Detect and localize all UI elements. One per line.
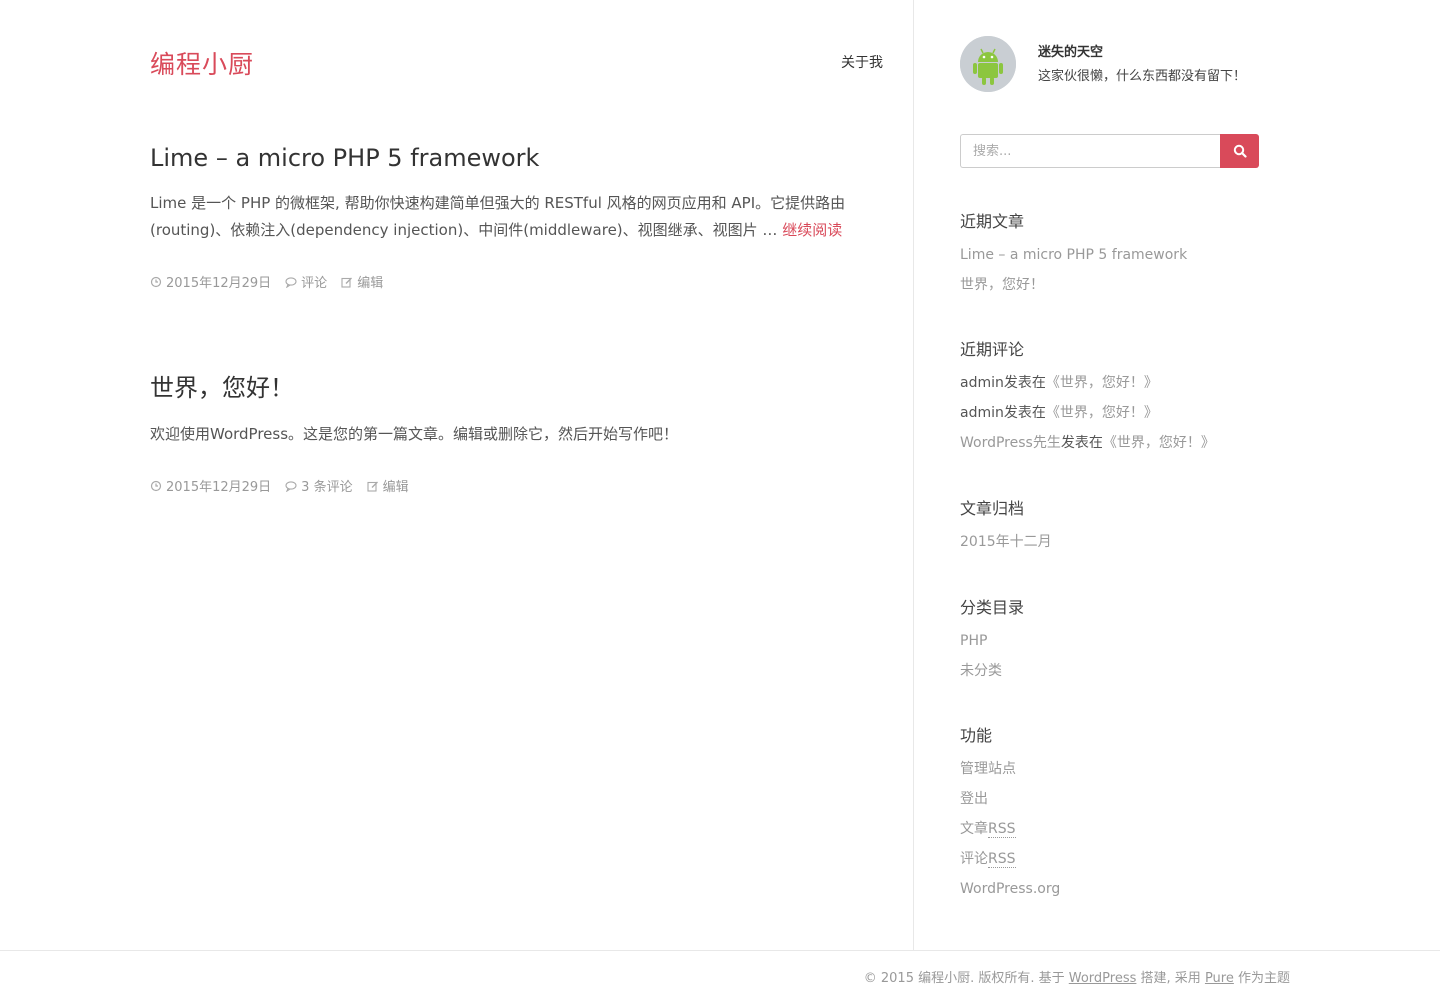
read-more-link[interactable]: 继续阅读 — [782, 221, 842, 239]
comment-post-link[interactable]: 《世界，您好！》 — [1046, 405, 1158, 421]
main-content: 编程小厨 关于我 Lime – a micro PHP 5 framework … — [0, 0, 914, 950]
comment-icon — [285, 276, 297, 288]
post-date: 2015年12月29日 — [150, 272, 271, 291]
post-edit: 编辑 — [367, 476, 409, 495]
post-title-link[interactable]: Lime – a micro PHP 5 framework — [150, 144, 539, 172]
list-item: 管理站点 — [960, 754, 1280, 784]
search-button[interactable] — [1220, 134, 1259, 168]
widget-title: 分类目录 — [960, 598, 1025, 617]
archive-link[interactable]: 2015年十二月 — [960, 534, 1052, 550]
edit-icon — [341, 277, 353, 288]
comment-post-link[interactable]: 《世界，您好！》 — [1046, 375, 1158, 391]
post-article: Lime – a micro PHP 5 framework Lime 是一个 … — [150, 144, 850, 291]
search-input[interactable] — [960, 134, 1222, 168]
post-article: 世界，您好！ 欢迎使用WordPress。这是您的第一篇文章。编辑或删除它，然后… — [150, 368, 850, 495]
rss-abbr: RSS — [988, 821, 1016, 838]
recent-post-link[interactable]: Lime – a micro PHP 5 framework — [960, 247, 1187, 263]
admin-link[interactable]: 管理站点 — [960, 761, 1016, 777]
list-item: PHP — [960, 626, 1280, 656]
post-excerpt: 欢迎使用WordPress。这是您的第一篇文章。编辑或删除它，然后开始写作吧！ — [150, 425, 679, 443]
list-item: 世界，您好！ — [960, 270, 1280, 300]
list-item: admin发表在《世界，您好！》 — [960, 398, 1280, 428]
widget-title: 近期评论 — [960, 340, 1025, 359]
list-item: WordPress先生发表在《世界，您好！》 — [960, 428, 1280, 458]
widget-categories: 分类目录 PHP 未分类 — [960, 594, 1280, 686]
footer-copyright: © 2015 编程小厨. 版权所有. 基于 — [863, 971, 1069, 986]
list-item: 未分类 — [960, 656, 1280, 686]
list-item: WordPress.org — [960, 874, 1280, 904]
widget-title: 文章归档 — [960, 499, 1025, 518]
post-comments-link[interactable]: 3 条评论 — [301, 476, 352, 495]
post-date: 2015年12月29日 — [150, 476, 271, 495]
comment-author-link[interactable]: WordPress先生 — [960, 435, 1061, 451]
comment-author: admin — [960, 405, 1004, 421]
widget-title: 功能 — [960, 726, 993, 745]
comments-rss-prefix: 评论 — [960, 851, 988, 867]
comments-rss-link[interactable]: 评论RSS — [960, 851, 1016, 868]
sidebar: 迷失的天空 这家伙很懒，什么东西都没有留下！ 近期文章 Lime – a mic… — [915, 0, 1440, 950]
post-date-link[interactable]: 2015年12月29日 — [166, 272, 271, 291]
post-date-link[interactable]: 2015年12月29日 — [166, 476, 271, 495]
post-comments: 3 条评论 — [285, 476, 353, 495]
rss-abbr: RSS — [988, 851, 1016, 868]
avatar — [960, 36, 1016, 92]
list-item: Lime – a micro PHP 5 framework — [960, 240, 1280, 270]
widget-archives: 文章归档 2015年十二月 — [960, 495, 1280, 557]
entries-rss-link[interactable]: 文章RSS — [960, 821, 1016, 838]
author-bio: 这家伙很懒，什么东西都没有留下！ — [1038, 69, 1247, 84]
post-excerpt-text: Lime 是一个 PHP 的微框架, 帮助你快速构建简单但强大的 RESTful… — [150, 194, 846, 239]
post-excerpt: Lime 是一个 PHP 的微框架, 帮助你快速构建简单但强大的 RESTful… — [150, 190, 850, 244]
list-item: 2015年十二月 — [960, 527, 1280, 557]
footer-theme-link[interactable]: Pure — [1205, 971, 1234, 986]
post-comments-link[interactable]: 评论 — [301, 272, 327, 291]
logout-link[interactable]: 登出 — [960, 791, 988, 807]
search-icon — [1233, 144, 1247, 158]
search-form — [960, 134, 1259, 168]
footer-mid: 搭建, 采用 — [1136, 971, 1205, 986]
footer-text: © 2015 编程小厨. 版权所有. 基于 WordPress 搭建, 采用 P… — [864, 967, 1290, 986]
post-meta: 2015年12月29日 评论 编辑 — [150, 272, 850, 291]
comment-verb: 发表在 — [1060, 435, 1103, 451]
widget-title: 近期文章 — [960, 212, 1025, 231]
list-item: 文章RSS — [960, 814, 1280, 844]
post-edit-link[interactable]: 编辑 — [383, 476, 409, 495]
category-link[interactable]: 未分类 — [960, 663, 1002, 679]
clock-icon — [150, 276, 162, 287]
post-meta: 2015年12月29日 3 条评论 编辑 — [150, 476, 850, 495]
post-title-link[interactable]: 世界，您好！ — [150, 374, 294, 402]
author-name: 迷失的天空 — [1038, 45, 1104, 60]
comment-author: admin — [960, 375, 1004, 391]
post-edit: 编辑 — [341, 272, 383, 291]
recent-post-link[interactable]: 世界，您好！ — [960, 277, 1044, 293]
widget-meta: 功能 管理站点 登出 文章RSS 评论RSS WordPress.org — [960, 722, 1280, 904]
comment-icon — [285, 480, 297, 492]
comment-verb: 发表在 — [1003, 405, 1046, 421]
footer-wordpress-link[interactable]: WordPress — [1069, 971, 1137, 986]
footer-end: 作为主题 — [1233, 971, 1290, 986]
list-item: admin发表在《世界，您好！》 — [960, 368, 1280, 398]
post-edit-link[interactable]: 编辑 — [357, 272, 383, 291]
site-title[interactable]: 编程小厨 — [150, 45, 254, 81]
post-comments: 评论 — [285, 272, 327, 291]
widget-recent-comments: 近期评论 admin发表在《世界，您好！》 admin发表在《世界，您好！》 W… — [960, 336, 1280, 458]
comment-verb: 发表在 — [1003, 375, 1046, 391]
edit-icon — [367, 481, 378, 492]
android-avatar-icon — [960, 36, 1016, 92]
footer: © 2015 编程小厨. 版权所有. 基于 WordPress 搭建, 采用 P… — [0, 950, 1440, 998]
author-card: 迷失的天空 这家伙很懒，什么东西都没有留下！ — [960, 36, 1260, 116]
wordpress-org-link[interactable]: WordPress.org — [960, 881, 1060, 897]
list-item: 评论RSS — [960, 844, 1280, 874]
nav-about-link[interactable]: 关于我 — [841, 52, 883, 72]
list-item: 登出 — [960, 784, 1280, 814]
clock-icon — [150, 480, 162, 491]
category-link[interactable]: PHP — [960, 633, 987, 649]
widget-recent-posts: 近期文章 Lime – a micro PHP 5 framework 世界，您… — [960, 208, 1280, 300]
entries-rss-prefix: 文章 — [960, 821, 988, 837]
comment-post-link[interactable]: 《世界，您好！》 — [1103, 435, 1215, 451]
